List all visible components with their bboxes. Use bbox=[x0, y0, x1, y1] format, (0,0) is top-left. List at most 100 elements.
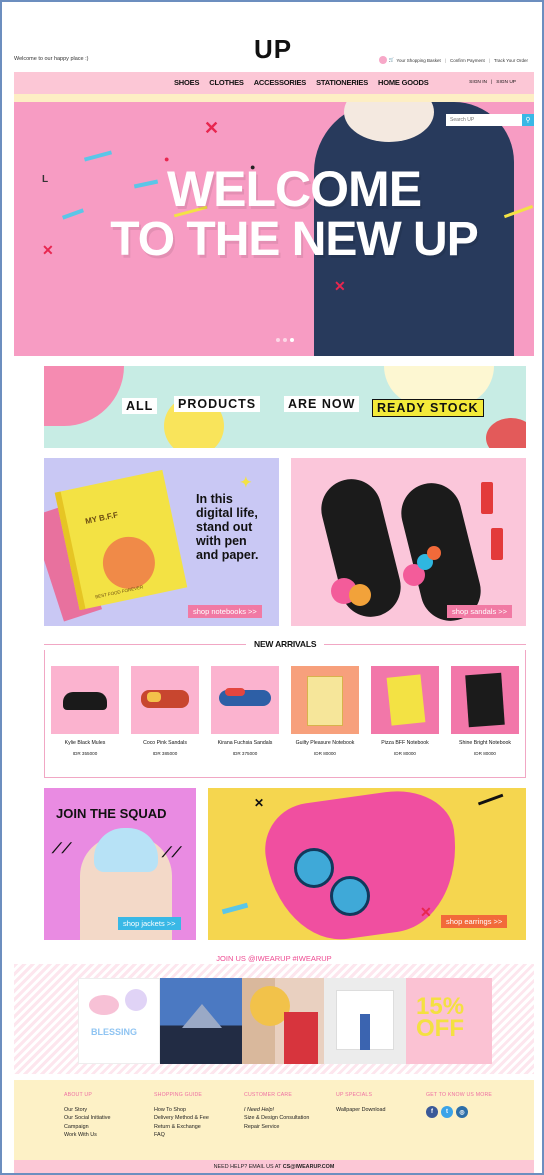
shopping-basket-link[interactable]: Your Shopping Basket bbox=[396, 58, 440, 63]
nav-item-home-goods[interactable]: HOME GOODS bbox=[378, 78, 429, 87]
banner-word-ready-stock: READY STOCK bbox=[372, 399, 484, 417]
ready-stock-banner[interactable]: ALL PRODUCTS ARE NOW READY STOCK bbox=[44, 366, 526, 448]
search-input[interactable] bbox=[446, 114, 522, 126]
footer-link-our-story[interactable]: Our Story bbox=[64, 1106, 110, 1114]
product-image[interactable] bbox=[371, 666, 439, 734]
footer-link-how-to-shop[interactable]: How To Shop bbox=[154, 1106, 209, 1114]
shop-jackets-button[interactable]: shop jackets >> bbox=[118, 917, 181, 930]
nav-item-accessories[interactable]: ACCESSORIES bbox=[254, 78, 307, 87]
product-name[interactable]: Shine Bright Notebook bbox=[451, 740, 519, 746]
instagram-post[interactable] bbox=[242, 978, 324, 1064]
cart-count-badge[interactable] bbox=[378, 56, 387, 64]
instagram-post[interactable] bbox=[324, 978, 406, 1064]
footer-link-need-help[interactable]: I Need Help! bbox=[244, 1106, 309, 1114]
product-name[interactable]: Pizza BFF Notebook bbox=[371, 740, 439, 746]
nav-item-shoes[interactable]: SHOES bbox=[174, 78, 199, 87]
pompom-decor bbox=[427, 546, 441, 560]
instagram-post[interactable]: BLESSING bbox=[78, 978, 160, 1064]
sandal-image-right bbox=[394, 476, 488, 626]
product-card[interactable]: Kirana Fuchsia Sandals IDR 375000 bbox=[211, 666, 279, 756]
earrings-promo-card[interactable]: ✕ ✕ shop earrings >> bbox=[208, 788, 526, 940]
product-image[interactable] bbox=[211, 666, 279, 734]
footer-link-repair[interactable]: Repair Service bbox=[244, 1123, 309, 1131]
instagram-heading[interactable]: JOIN US @IWEARUP #IWEARUP bbox=[2, 954, 542, 963]
product-card[interactable]: Pizza BFF Notebook IDR 80000 bbox=[371, 666, 439, 756]
track-order-link[interactable]: Track Your Order bbox=[494, 58, 528, 63]
facebook-icon[interactable]: f bbox=[426, 1106, 438, 1118]
product-name[interactable]: Kylie Black Mules bbox=[51, 740, 119, 746]
slider-dot[interactable] bbox=[283, 338, 287, 342]
nav-accent-strip bbox=[14, 94, 534, 102]
product-image[interactable] bbox=[51, 666, 119, 734]
notebook-image: MY B.F.F BEST FOOD FOREVER bbox=[54, 469, 188, 611]
sandal-promo-card[interactable]: shop sandals >> bbox=[291, 458, 526, 626]
footer-link-delivery[interactable]: Delivery Method & Fee bbox=[154, 1114, 209, 1122]
footer-col-shopping: SHOPPING GUIDE How To Shop Delivery Meth… bbox=[154, 1092, 209, 1140]
shop-earrings-button[interactable]: shop earrings >> bbox=[441, 915, 508, 928]
banner-word-all: ALL bbox=[122, 398, 158, 414]
footer-heading: UP SPECIALS bbox=[336, 1092, 373, 1098]
footer-heading: CUSTOMER CARE bbox=[244, 1092, 293, 1098]
shop-notebooks-button[interactable]: shop notebooks >> bbox=[188, 605, 262, 618]
product-card[interactable]: Guilty Pleasure Notebook IDR 80000 bbox=[291, 666, 359, 756]
product-price: IDR 375000 bbox=[232, 751, 258, 756]
notebook-promo-card[interactable]: MY B.F.F BEST FOOD FOREVER ✦ In this dig… bbox=[44, 458, 279, 626]
footer-col-social: GET TO KNOW US MORE f t ◎ bbox=[426, 1092, 492, 1118]
nav-item-stationeries[interactable]: STATIONERIES bbox=[316, 78, 368, 87]
instagram-icon[interactable]: ◎ bbox=[456, 1106, 468, 1118]
squad-title: JOIN THE SQUAD bbox=[56, 806, 167, 821]
nav-item-clothes[interactable]: CLOTHES bbox=[209, 78, 244, 87]
hero-slider[interactable]: ✕ L ● ● ✕ ✕ WELCOME TO THE NEW UP ⚲ bbox=[14, 102, 534, 356]
confetti-decor: ✕ bbox=[254, 796, 265, 810]
search-icon[interactable]: ⚲ bbox=[522, 114, 534, 126]
twitter-icon[interactable]: t bbox=[441, 1106, 453, 1118]
product-price: IDR 80000 bbox=[394, 751, 416, 756]
sign-in-link[interactable]: SIGN IN bbox=[469, 80, 487, 85]
banner-decor bbox=[486, 418, 526, 448]
footer-col-specials: UP SPECIALS Wallpaper Download bbox=[336, 1092, 386, 1114]
confetti-decor: ✕ bbox=[420, 904, 432, 920]
help-email-link[interactable]: CS@IWEARUP.COM bbox=[283, 1164, 335, 1170]
notebook-tagline: In this digital life, stand out with pen… bbox=[196, 492, 259, 562]
sign-up-link[interactable]: SIGN UP bbox=[496, 80, 516, 85]
jackets-promo-card[interactable]: JOIN THE SQUAD ⟋⟋ ⟋⟋ shop jackets >> bbox=[44, 788, 196, 940]
notebook-cover-title: MY B.F.F bbox=[84, 510, 119, 526]
footer-link-return[interactable]: Return & Exchange bbox=[154, 1123, 209, 1131]
utility-links: 🛒 Your Shopping Basket | Confirm Payment… bbox=[378, 56, 528, 64]
product-price: IDR 385000 bbox=[152, 751, 178, 756]
footer-col-about: ABOUT UP Our Story Our Social Initiative… bbox=[64, 1092, 110, 1140]
product-card[interactable]: Coco Pink Sandals IDR 385000 bbox=[131, 666, 199, 756]
new-arrivals-title: NEW ARRIVALS bbox=[246, 639, 325, 649]
instagram-post[interactable] bbox=[160, 978, 242, 1064]
product-image[interactable] bbox=[451, 666, 519, 734]
main-nav: SHOES CLOTHES ACCESSORIES STATIONERIES H… bbox=[14, 72, 534, 94]
discount-off: OFF bbox=[416, 1014, 464, 1042]
product-price: IDR 80000 bbox=[474, 751, 496, 756]
banner-word-products: PRODUCTS bbox=[174, 396, 261, 412]
discount-percent: 15% OFF bbox=[416, 995, 464, 1042]
shop-sandals-button[interactable]: shop sandals >> bbox=[447, 605, 513, 618]
slider-dot[interactable] bbox=[276, 338, 280, 342]
basket-icon[interactable]: 🛒 bbox=[389, 57, 395, 63]
product-name[interactable]: Kirana Fuchsia Sandals bbox=[211, 740, 279, 746]
footer-link-faq[interactable]: FAQ bbox=[154, 1131, 209, 1139]
confirm-payment-link[interactable]: Confirm Payment bbox=[450, 58, 485, 63]
footer-link-campaign[interactable]: Campaign bbox=[64, 1123, 110, 1131]
product-image[interactable] bbox=[131, 666, 199, 734]
product-card[interactable]: Kylie Black Mules IDR 355000 bbox=[51, 666, 119, 756]
footer-link-work-with-us[interactable]: Work With Us bbox=[64, 1131, 110, 1139]
instagram-post[interactable]: 15% OFF bbox=[406, 978, 492, 1064]
product-image[interactable] bbox=[291, 666, 359, 734]
confetti-decor bbox=[221, 902, 249, 915]
site-logo[interactable]: UP bbox=[254, 34, 292, 65]
help-bar: NEED HELP? EMAIL US AT CS@IWEARUP.COM bbox=[14, 1160, 534, 1173]
slider-dot-active[interactable] bbox=[290, 338, 294, 342]
product-name[interactable]: Coco Pink Sandals bbox=[131, 740, 199, 746]
footer-link-wallpaper[interactable]: Wallpaper Download bbox=[336, 1106, 386, 1114]
footer-link-social-initiative[interactable]: Our Social Initiative bbox=[64, 1114, 110, 1122]
confetti-decor: ✕ bbox=[334, 278, 346, 294]
product-name[interactable]: Guilty Pleasure Notebook bbox=[291, 740, 359, 746]
footer-link-consultation[interactable]: Size & Design Consultation bbox=[244, 1114, 309, 1122]
footer-heading: SHOPPING GUIDE bbox=[154, 1092, 203, 1098]
product-card[interactable]: Shine Bright Notebook IDR 80000 bbox=[451, 666, 519, 756]
